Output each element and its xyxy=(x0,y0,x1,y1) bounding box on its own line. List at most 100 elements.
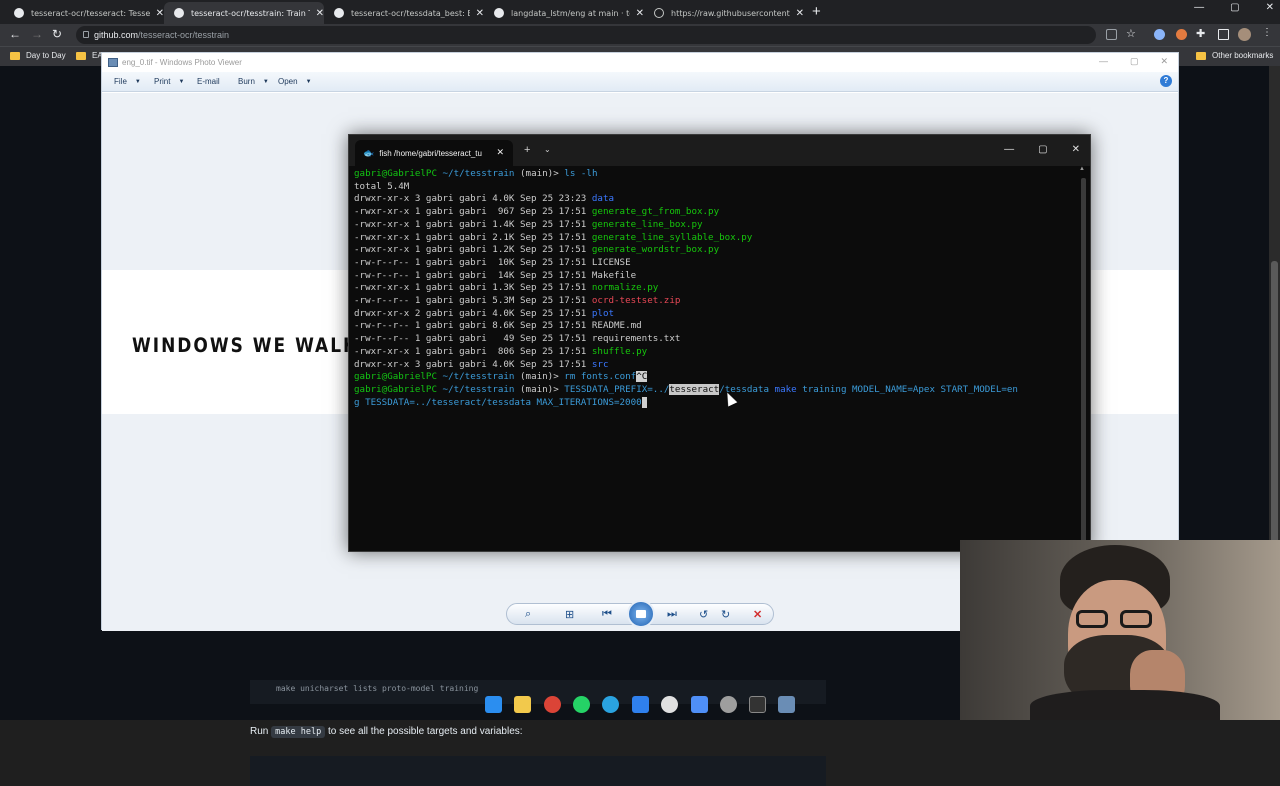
other-bookmarks[interactable]: Other bookmarks xyxy=(1196,51,1273,60)
tab-title: fish /home/gabri/tesseract_tu xyxy=(379,148,482,158)
tab-title: https://raw.githubusercontent.co xyxy=(671,8,790,18)
extension-icon[interactable] xyxy=(1176,29,1187,40)
close-tab-icon[interactable]: ✕ xyxy=(496,147,504,158)
file-meta: -rwxr-xr-x 1 gabri gabri 1.2K Sep 25 17:… xyxy=(354,244,587,256)
terminal-line: total 5.4M xyxy=(354,180,410,192)
listing-row: -rw-r--r-- 1 gabri gabri 49 Sep 25 17:51… xyxy=(354,333,1079,346)
terminal-line: gabri@GabrielPC ~/t/tesstrain (main)> TE… xyxy=(354,383,1079,397)
prompt-user: gabri@GabrielPC xyxy=(354,371,437,383)
listing-row: drwxr-xr-x 3 gabri gabri 4.0K Sep 25 17:… xyxy=(354,359,1079,372)
close-tab-icon[interactable]: ✕ xyxy=(796,8,804,19)
scrollbar-thumb[interactable] xyxy=(1271,261,1278,551)
puzzle-icon[interactable]: ✚ xyxy=(1196,27,1205,40)
prompt-branch: (main)> xyxy=(520,168,559,179)
maximize-icon[interactable]: ▢ xyxy=(1038,144,1047,155)
forward-icon[interactable]: → xyxy=(31,27,43,41)
previous-icon[interactable]: ⏮ xyxy=(602,608,612,621)
listing-row: drwxr-xr-x 2 gabri gabri 4.0K Sep 25 17:… xyxy=(354,308,1079,321)
file-meta: -rw-r--r-- 1 gabri gabri 49 Sep 25 17:51 xyxy=(354,333,587,345)
terminal-titlebar: 🐟 fish /home/gabri/tesseract_tu ✕ + ⌄ — … xyxy=(349,135,1090,166)
prompt-path: ~/t/tesstrain xyxy=(442,383,515,395)
terminal-line: gabri@GabrielPC ~/t/tesstrain (main)> ls… xyxy=(354,168,1079,181)
extension-icon[interactable] xyxy=(1154,29,1165,40)
back-icon[interactable]: ← xyxy=(9,27,21,41)
new-tab-icon[interactable]: + xyxy=(812,3,821,20)
close-icon[interactable]: ✕ xyxy=(1160,56,1168,67)
menu-open[interactable]: Open ▼ xyxy=(278,77,312,86)
listing-row: -rwxr-xr-x 1 gabri gabri 806 Sep 25 17:5… xyxy=(354,346,1079,359)
interrupt-text: ^C xyxy=(636,371,648,383)
browser-tab[interactable]: https://raw.githubusercontent.co ✕ xyxy=(644,2,804,24)
zoom-icon[interactable]: ⌕ xyxy=(525,608,531,621)
terminal-scrollbar[interactable]: ▲ xyxy=(1079,166,1087,546)
actual-size-icon[interactable]: ⊞ xyxy=(565,608,574,621)
delete-icon[interactable]: ✕ xyxy=(753,608,762,621)
terminal-line: gabri@GabrielPC ~/t/tesstrain (main)> rm… xyxy=(354,371,1079,384)
url-path: /tesseract-ocr/tesstrain xyxy=(138,30,230,40)
terminal-output[interactable]: gabri@GabrielPC ~/t/tesstrain (main)> ls… xyxy=(354,168,1079,548)
sidepanel-icon[interactable] xyxy=(1218,29,1229,40)
close-tab-icon[interactable]: ✕ xyxy=(156,8,164,19)
terminal-tab[interactable]: 🐟 fish /home/gabri/tesseract_tu ✕ xyxy=(355,140,513,166)
minimize-icon[interactable]: — xyxy=(1194,2,1204,13)
listing-row: -rwxr-xr-x 1 gabri gabri 967 Sep 25 17:5… xyxy=(354,206,1079,219)
fish-icon: 🐟 xyxy=(363,147,375,158)
help-icon[interactable]: ? xyxy=(1160,75,1172,87)
avatar[interactable] xyxy=(1238,28,1251,41)
close-icon[interactable]: ✕ xyxy=(1072,144,1080,155)
menu-file[interactable]: File ▼ xyxy=(114,77,141,86)
maximize-icon[interactable]: ▢ xyxy=(1130,56,1139,67)
telegram-icon[interactable] xyxy=(602,696,619,713)
menu-dots-icon[interactable]: ⋮ xyxy=(1262,27,1272,38)
file-meta: -rwxr-xr-x 1 gabri gabri 967 Sep 25 17:5… xyxy=(354,206,587,218)
photo-viewer-app-icon[interactable] xyxy=(778,696,795,713)
rotate-left-icon[interactable]: ↺ xyxy=(699,608,708,621)
vscode-icon[interactable] xyxy=(632,696,649,713)
file-explorer-icon[interactable] xyxy=(514,696,531,713)
star-icon[interactable]: ☆ xyxy=(1126,27,1136,40)
listing-row: drwxr-xr-x 3 gabri gabri 4.0K Sep 25 23:… xyxy=(354,193,1079,206)
menu-label: Burn xyxy=(238,77,255,86)
close-tab-icon[interactable]: ✕ xyxy=(316,8,324,19)
bookmark-folder[interactable]: Day to Day xyxy=(10,51,66,60)
maximize-icon[interactable]: ▢ xyxy=(1230,2,1239,13)
close-window-icon[interactable]: ✕ xyxy=(1266,2,1274,13)
new-tab-icon[interactable]: + xyxy=(524,144,530,156)
file-meta: -rwxr-xr-x 1 gabri gabri 1.4K Sep 25 17:… xyxy=(354,218,587,230)
menu-email[interactable]: E-mail xyxy=(197,77,220,86)
selected-text: tesseract xyxy=(669,383,720,395)
slideshow-button[interactable] xyxy=(627,600,655,628)
chrome-icon[interactable] xyxy=(544,696,561,713)
whatsapp-icon[interactable] xyxy=(573,696,590,713)
close-tab-icon[interactable]: ✕ xyxy=(476,8,484,19)
next-icon[interactable]: ⏭ xyxy=(667,608,677,621)
file-meta: drwxr-xr-x 3 gabri gabri 4.0K Sep 25 17:… xyxy=(354,358,587,370)
close-tab-icon[interactable]: ✕ xyxy=(636,8,644,19)
scroll-up-icon[interactable]: ▲ xyxy=(1079,166,1085,172)
reload-icon[interactable]: ↻ xyxy=(52,27,62,41)
start-icon[interactable] xyxy=(485,696,502,713)
bookmark-folder[interactable]: EA xyxy=(76,51,103,60)
file-meta: -rwxr-xr-x 1 gabri gabri 806 Sep 25 17:5… xyxy=(354,345,587,357)
terminal-app-icon[interactable] xyxy=(749,696,766,713)
share-icon[interactable] xyxy=(1106,29,1117,40)
browser-tab[interactable]: langdata_lstm/eng at main · tess ✕ xyxy=(484,2,644,24)
browser-tab-active[interactable]: tesseract-ocr/tesstrain: Train Tes ✕ xyxy=(164,2,324,24)
app-icon[interactable] xyxy=(691,696,708,713)
chevron-down-icon[interactable]: ⌄ xyxy=(544,145,551,154)
prompt-path: ~/t/tesstrain xyxy=(442,371,515,383)
browser-tab[interactable]: tesseract-ocr/tessdata_best: Best ✕ xyxy=(324,2,484,24)
menu-print[interactable]: Print ▼ xyxy=(154,77,184,86)
address-bar[interactable]: github.com/tesseract-ocr/tesstrain xyxy=(76,26,1096,44)
globe-icon xyxy=(654,8,664,18)
scrollbar-track[interactable] xyxy=(1081,178,1086,544)
rotate-right-icon[interactable]: ↻ xyxy=(721,608,730,621)
settings-icon[interactable] xyxy=(720,696,737,713)
menu-burn[interactable]: Burn ▼ xyxy=(238,77,269,86)
minimize-icon[interactable]: — xyxy=(1099,56,1108,67)
command-text: training MODEL_NAME=Apex START_MODEL=en xyxy=(802,383,1018,395)
github-icon xyxy=(14,8,24,18)
minimize-icon[interactable]: — xyxy=(1004,144,1014,155)
slack-icon[interactable] xyxy=(661,696,678,713)
browser-tab[interactable]: tesseract-ocr/tesseract: Tesseract ✕ xyxy=(4,2,164,24)
